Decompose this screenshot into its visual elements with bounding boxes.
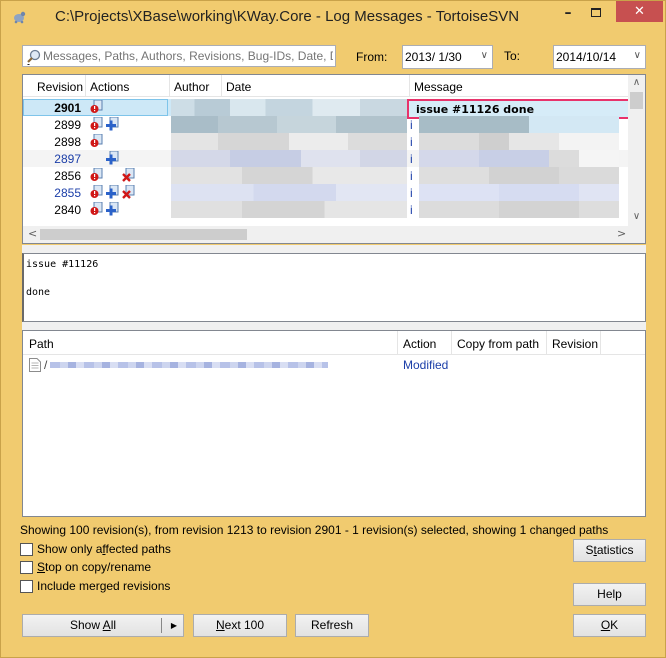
status-text: Showing 100 revision(s), from revision 1… [20,523,609,537]
deleted-icon [122,168,135,182]
tortoisesvn-app-icon [14,11,26,24]
checkbox-label: Include merged revisions [37,579,171,593]
statistics-button[interactable]: Statistics [573,539,646,562]
scroll-right-icon[interactable]: > [617,227,626,240]
added-icon [106,202,119,216]
path-redacted [50,362,328,368]
message-text: i [410,152,413,166]
revision-number: 2898 [54,135,81,149]
revision-number: 2856 [54,169,81,183]
show-all-label: Show All [69,618,117,632]
search-input[interactable] [43,46,333,66]
maximize-button[interactable] [584,4,608,24]
title-bar: C:\Projects\XBase\working\KWay.Core - Lo… [1,1,666,35]
column-header-date[interactable]: Date [226,80,251,94]
revision-number: 2901 [54,101,81,115]
to-date-value: 2014/10/14 [556,50,617,64]
modified-icon [90,100,103,113]
scrollbar-thumb[interactable] [40,229,247,240]
revision-row[interactable]: 2901 issue #11126 done [23,99,630,119]
column-header-revision[interactable]: Revision [37,80,83,94]
modified-icon [90,117,103,130]
search-icon[interactable] [26,49,42,65]
modified-icon [90,202,103,215]
added-icon [106,117,119,131]
modified-icon [90,134,103,147]
from-date-value: 2013/ 1/30 [405,50,462,64]
log-messages-window: C:\Projects\XBase\working\KWay.Core - Lo… [0,0,666,658]
added-icon [106,185,119,199]
minimize-button[interactable]: – [556,5,580,25]
message-text: i [410,118,413,132]
deleted-icon [122,185,135,199]
checkbox-label: Show only affected paths [37,542,171,556]
revision-number: 2840 [54,203,81,217]
refresh-button[interactable]: Refresh [295,614,369,637]
scroll-down-icon[interactable]: ∨ [628,211,645,222]
checkbox-box[interactable] [20,580,33,593]
path-text: / [44,358,48,372]
revision-row[interactable]: 2840 i [23,201,630,218]
revision-list-horizontal-scrollbar[interactable]: < > [23,226,645,243]
column-header-path[interactable]: Path [29,337,54,351]
checkbox-box[interactable] [20,561,33,574]
revision-row[interactable]: 2899 i [23,116,630,133]
column-header-action[interactable]: Action [403,337,436,351]
column-header-actions[interactable]: Actions [90,80,129,94]
message-text: i [410,186,413,200]
column-header-revision[interactable]: Revision [552,337,598,351]
close-button[interactable]: ✕ [616,1,663,22]
revision-row[interactable]: 2856 i [23,167,630,184]
chevron-down-icon[interactable]: ∨ [481,50,488,61]
maximize-icon [591,8,601,17]
to-date-picker[interactable]: 2014/10/14 ∨ [553,45,646,69]
revision-row[interactable]: 2898 i [23,133,630,150]
checkbox-label: Stop on copy/rename [37,560,152,574]
revision-list[interactable]: Revision Actions Author Date Message 290… [22,74,646,244]
column-header-copy-from-path[interactable]: Copy from path [457,337,539,351]
revision-row[interactable]: 2897 i [23,150,630,167]
action-text: Modified [403,358,449,372]
dropdown-arrow-icon[interactable]: ▶ [171,615,177,636]
from-date-picker[interactable]: 2013/ 1/30 ∨ [402,45,493,69]
message-text: i [410,203,413,217]
file-icon [29,358,41,372]
help-button[interactable]: Help [573,583,646,606]
message-text: i [410,169,413,183]
changed-paths-list[interactable]: Path Action Copy from path Revision / Mo… [22,330,646,517]
scroll-up-icon[interactable]: ∧ [628,77,645,88]
revision-rows: 2901 issue #11126 done 2899 i 2898 i 289… [23,99,630,227]
changed-path-row[interactable]: / Modified [23,356,645,374]
revision-number: 2899 [54,118,81,132]
message-text: i [410,135,413,149]
scroll-left-icon[interactable]: < [28,227,37,240]
revision-list-vertical-scrollbar[interactable]: ∧ ∨ [628,75,645,227]
to-label: To: [504,49,521,63]
column-header-message[interactable]: Message [414,80,463,94]
splitter[interactable] [22,245,646,253]
chevron-down-icon[interactable]: ∨ [634,50,641,61]
from-label: From: [356,50,388,64]
show-all-button[interactable]: Show All ▶ [22,614,184,637]
modified-icon [90,185,103,198]
revision-number: 2897 [54,152,81,166]
modified-icon [90,168,103,181]
log-message-box[interactable]: issue #11126 done [22,253,646,322]
added-icon [106,151,119,165]
column-header-author[interactable]: Author [174,80,209,94]
window-title: C:\Projects\XBase\working\KWay.Core - Lo… [55,8,520,25]
checkbox-box[interactable] [20,543,33,556]
changed-paths-header: Path Action Copy from path Revision [23,331,645,355]
next-100-button[interactable]: Next 100 [193,614,287,637]
revision-number: 2855 [54,186,81,200]
splitter[interactable] [22,322,646,330]
scrollbar-thumb[interactable] [630,92,643,109]
revision-row[interactable]: 2855 i [23,184,630,201]
ok-button[interactable]: OK [573,614,646,637]
revision-list-header: Revision Actions Author Date Message [23,75,630,97]
search-box[interactable] [22,45,336,67]
